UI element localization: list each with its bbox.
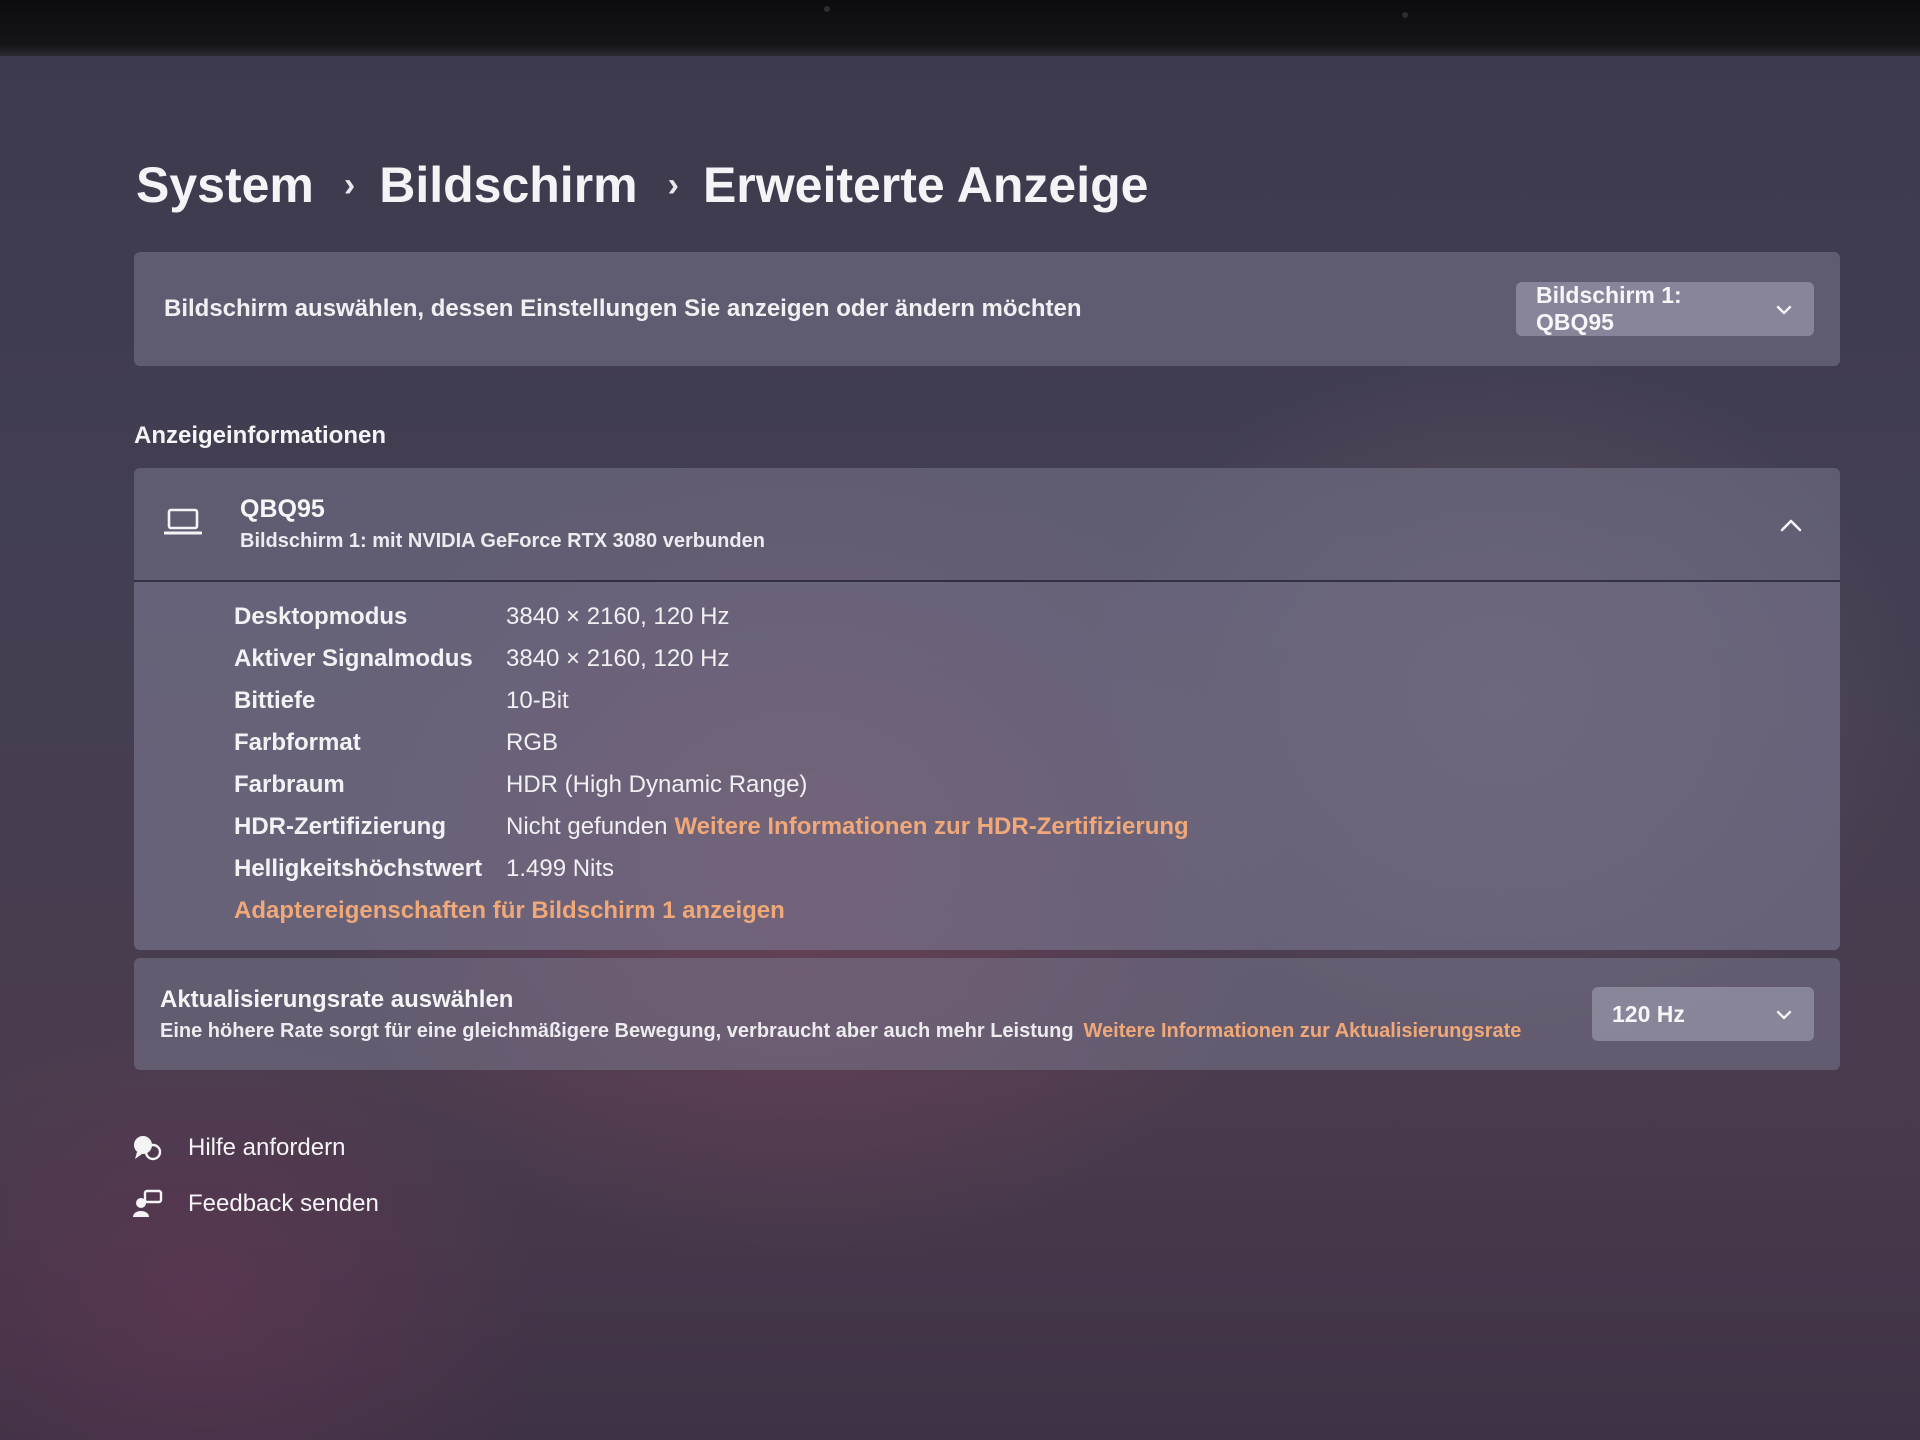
- info-value: 1.499 Nits: [506, 855, 615, 882]
- help-link[interactable]: Hilfe anfordern: [130, 1120, 379, 1176]
- info-key: Aktiver Signalmodus: [234, 645, 473, 672]
- page-title: Erweiterte Anzeige: [702, 157, 1149, 213]
- info-value: 3840 × 2160, 120 Hz: [506, 603, 730, 630]
- display-select-value: Bildschirm 1: QBQ95: [1536, 282, 1682, 335]
- settings-page: System › Bildschirm › Erweiterte Anzeige…: [134, 140, 1840, 1070]
- info-value: 10-Bit: [506, 687, 569, 714]
- hdr-certification-link[interactable]: Weitere Informationen zur HDR-Zertifizie…: [674, 813, 1188, 841]
- display-info-header[interactable]: QBQ95 Bildschirm 1: mit NVIDIA GeForce R…: [134, 468, 1840, 582]
- info-key: HDR-Zertifizierung: [234, 813, 446, 840]
- display-select-label: Bildschirm auswählen, dessen Einstellung…: [164, 295, 1082, 322]
- feedback-link[interactable]: Feedback senden: [130, 1176, 379, 1232]
- chevron-down-icon: [1776, 299, 1792, 320]
- info-value: Nicht gefunden: [506, 813, 668, 840]
- refresh-rate-description: Eine höhere Rate sorgt für eine gleichmä…: [160, 1020, 1521, 1043]
- display-info-card: QBQ95 Bildschirm 1: mit NVIDIA GeForce R…: [134, 468, 1840, 950]
- display-select-dropdown[interactable]: Bildschirm 1: QBQ95: [1516, 282, 1814, 336]
- refresh-rate-title: Aktualisierungsrate auswählen: [160, 985, 514, 1013]
- info-value: HDR (High Dynamic Range): [506, 771, 808, 798]
- monitor-text: QBQ95 Bildschirm 1: mit NVIDIA GeForce R…: [240, 495, 765, 553]
- info-row-hdr-certification: HDR-Zertifizierung Nicht gefunden Weiter…: [234, 806, 1840, 848]
- info-row-color-format: Farbformat RGB: [234, 722, 1840, 764]
- info-key: Farbraum: [234, 771, 345, 798]
- help-chat-icon: [130, 1133, 164, 1163]
- feedback-icon: [130, 1189, 164, 1219]
- info-value: RGB: [506, 729, 559, 756]
- info-value: 3840 × 2160, 120 Hz: [506, 645, 730, 672]
- monitor-name: QBQ95: [240, 495, 325, 523]
- info-key: Desktopmodus: [234, 603, 408, 630]
- info-row-peak-brightness: Helligkeitshöchstwert 1.499 Nits: [234, 848, 1840, 890]
- info-row-color-space: Farbraum HDR (High Dynamic Range): [234, 764, 1840, 806]
- info-key: Helligkeitshöchstwert: [234, 855, 483, 882]
- chevron-down-icon: [1776, 1004, 1792, 1025]
- refresh-rate-card: Aktualisierungsrate auswählen Eine höher…: [134, 958, 1840, 1070]
- bezel-dot: [824, 6, 830, 12]
- adapter-properties-link[interactable]: Adaptereigenschaften für Bildschirm 1 an…: [234, 897, 785, 925]
- refresh-rate-dropdown[interactable]: 120 Hz: [1592, 987, 1814, 1041]
- breadcrumb-bildschirm[interactable]: Bildschirm: [379, 156, 637, 214]
- refresh-rate-description-text: Eine höhere Rate sorgt für eine gleichmä…: [160, 1019, 1074, 1042]
- adapter-properties-row: Adaptereigenschaften für Bildschirm 1 an…: [234, 890, 1840, 932]
- monitor-subtitle: Bildschirm 1: mit NVIDIA GeForce RTX 308…: [240, 530, 765, 552]
- breadcrumb-separator-icon: ›: [667, 165, 679, 204]
- info-key: Bittiefe: [234, 687, 316, 714]
- refresh-rate-text: Aktualisierungsrate auswählen Eine höher…: [160, 986, 1521, 1043]
- breadcrumb-system[interactable]: System: [136, 156, 314, 214]
- monitor-bezel: [0, 0, 1920, 56]
- display-info-body: Desktopmodus 3840 × 2160, 120 Hz Aktiver…: [134, 582, 1840, 950]
- laptop-icon: [163, 507, 204, 542]
- footer-links: Hilfe anfordern Feedback senden: [130, 1120, 379, 1232]
- info-row-signal-mode: Aktiver Signalmodus 3840 × 2160, 120 Hz: [234, 638, 1840, 680]
- section-title-display-info: Anzeigeinformationen: [134, 422, 387, 449]
- breadcrumb-separator-icon: ›: [343, 165, 356, 204]
- breadcrumb: System › Bildschirm › Erweiterte Anzeige: [136, 140, 1840, 230]
- feedback-label: Feedback senden: [188, 1190, 379, 1217]
- info-key: Farbformat: [234, 729, 361, 756]
- chevron-up-icon[interactable]: [1780, 508, 1802, 539]
- bezel-dot: [1402, 12, 1408, 18]
- refresh-rate-value: 120 Hz: [1612, 1000, 1685, 1027]
- info-row-bit-depth: Bittiefe 10-Bit: [234, 680, 1840, 722]
- display-select-card: Bildschirm auswählen, dessen Einstellung…: [134, 252, 1840, 366]
- info-row-desktop-mode: Desktopmodus 3840 × 2160, 120 Hz: [234, 596, 1840, 638]
- refresh-rate-info-link[interactable]: Weitere Informationen zur Aktualisierung…: [1084, 1020, 1522, 1042]
- help-label: Hilfe anfordern: [188, 1134, 346, 1161]
